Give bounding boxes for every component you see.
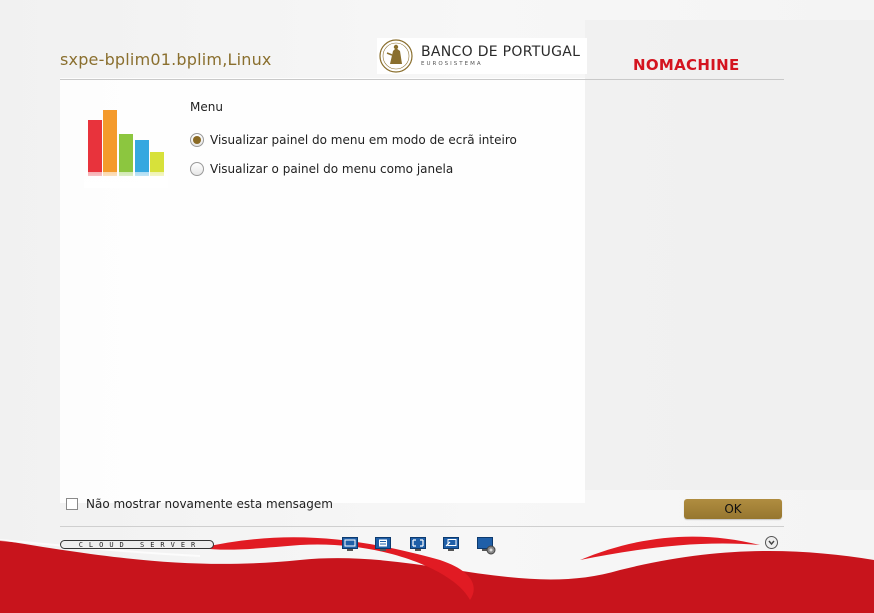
chart-icon-bar [103,110,117,176]
radio-selected-dot [193,136,201,144]
bank-seal-icon [379,39,413,73]
dont-show-again[interactable]: Não mostrar novamente esta mensagem [66,497,333,511]
chart-icon-bar [119,134,133,176]
radio-window[interactable] [190,162,204,176]
banco-de-portugal-logo: BANCO DE PORTUGAL EUROSISTEMA [377,38,587,74]
brand-subtitle: EUROSISTEMA [421,60,483,67]
window-icon[interactable] [443,537,459,551]
option-fullscreen-label: Visualizar painel do menu em modo de ecr… [210,133,517,147]
header-divider [60,79,784,80]
menu-panel-icon[interactable] [375,537,391,551]
option-window-label: Visualizar o painel do menu como janela [210,162,454,176]
display-settings-icon[interactable] [477,537,497,555]
info-icon[interactable] [765,536,778,549]
brand-name: BANCO DE PORTUGAL [421,43,581,60]
fullscreen-icon[interactable] [410,537,426,551]
ok-button[interactable]: OK [684,499,782,519]
dont-show-again-label: Não mostrar novamente esta mensagem [86,497,333,511]
bar-chart-icon [84,110,168,188]
chart-icon-bar [135,140,149,176]
menu-heading: Menu [190,100,223,114]
chart-icon-bar [88,120,102,176]
option-window[interactable]: Visualizar o painel do menu como janela [190,162,453,176]
footer-divider [60,526,784,527]
host-title: sxpe-bplim01.bplim,Linux [60,50,272,69]
option-fullscreen[interactable]: Visualizar painel do menu em modo de ecr… [190,133,517,147]
nomachine-logo: NOMACHINE [633,56,740,74]
cloud-server-badge: CLOUD SERVER [60,540,214,549]
dont-show-again-checkbox[interactable] [66,498,78,510]
radio-fullscreen[interactable] [190,133,204,147]
fit-display-icon[interactable] [342,537,358,551]
background-window [585,20,874,490]
